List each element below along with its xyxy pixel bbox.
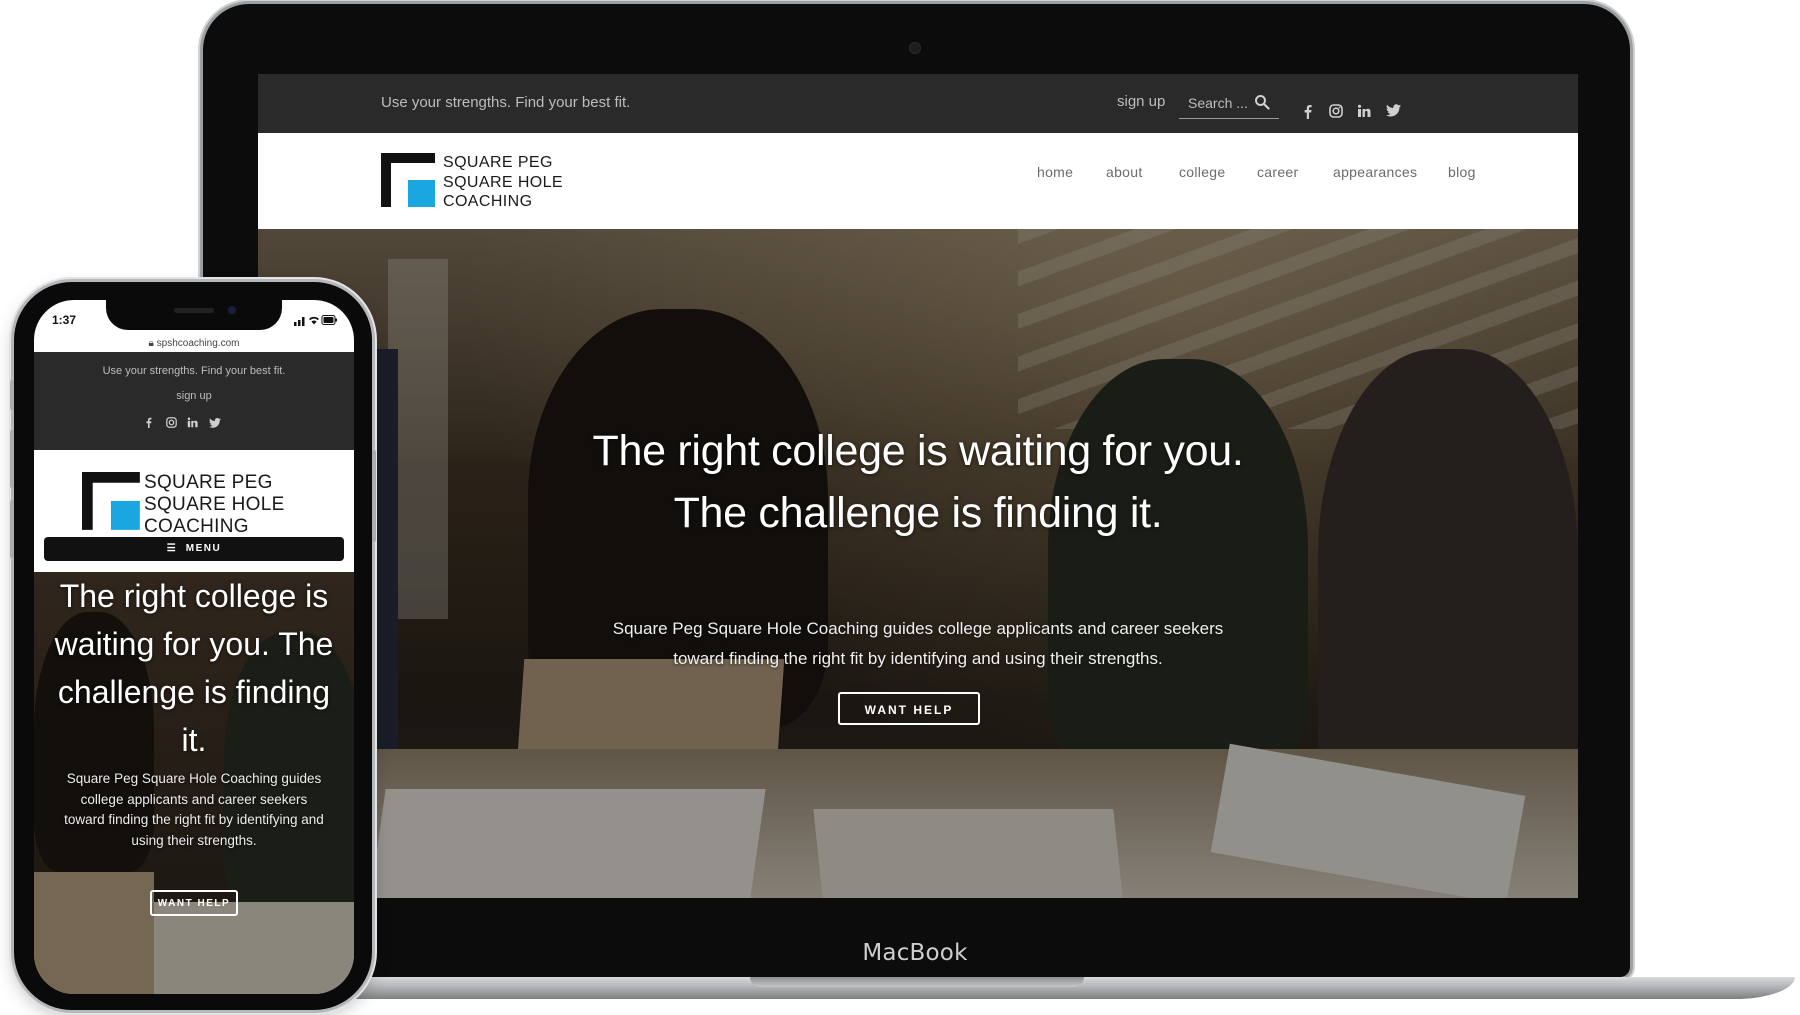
mobile-site-logo[interactable]: SQUARE PEG SQUARE HOLE COACHING: [82, 472, 322, 537]
phone-volume-up: [10, 430, 14, 488]
front-camera: [228, 306, 236, 314]
facebook-icon[interactable]: [1303, 104, 1312, 119]
logo-mark-icon: [381, 153, 435, 207]
linkedin-icon[interactable]: [1357, 104, 1371, 118]
mobile-hero-paragraph: Square Peg Square Hole Coaching guides c…: [64, 771, 324, 848]
want-help-button[interactable]: WANT HELP: [838, 692, 980, 725]
mobile-want-help-button[interactable]: WANT HELP: [150, 890, 238, 916]
phone-power-button: [372, 450, 376, 542]
logo-text: SQUARE PEG SQUARE HOLE COACHING: [443, 153, 563, 212]
status-icons: [294, 313, 338, 331]
mobile-sign-up-link[interactable]: sign up: [34, 390, 354, 402]
nav-career[interactable]: career: [1257, 164, 1298, 180]
laptop-opening-notch: [750, 977, 1084, 987]
mobile-tagline: Use your strengths. Find your best fit.: [102, 365, 286, 377]
top-bar: Use your strengths. Find your best fit. …: [258, 74, 1578, 133]
twitter-icon[interactable]: [1386, 104, 1401, 117]
speaker: [174, 308, 214, 313]
hamburger-icon: ☰: [166, 543, 178, 554]
tagline: Use your strengths. Find your best fit.: [381, 94, 631, 111]
mobile-logo-text: SQUARE PEG SQUARE HOLE COACHING: [144, 472, 285, 538]
mobile-hero-heading: The right college is waiting for you. Th…: [54, 578, 334, 758]
instagram-icon[interactable]: [1329, 104, 1343, 118]
hero-heading-line-2: The challenge is finding it.: [673, 489, 1163, 537]
hero-section: The right college is waiting for you. Th…: [258, 229, 1578, 898]
mobile-logo-line-1: SQUARE PEG: [144, 472, 273, 493]
phone-volume-down: [10, 500, 14, 558]
phone-notch: [106, 300, 282, 330]
laptop-camera: [909, 42, 921, 54]
url-text: spshcoaching.com: [156, 338, 240, 349]
nav-about[interactable]: about: [1106, 164, 1143, 180]
macbook-label: MacBook: [862, 940, 968, 966]
logo-line-2: SQUARE HOLE: [443, 173, 563, 191]
mobile-instagram-icon[interactable]: [166, 415, 177, 433]
nav-blog[interactable]: blog: [1448, 164, 1476, 180]
mobile-top-bar: Use your strengths. Find your best fit. …: [34, 352, 354, 450]
address-bar[interactable]: 🔒︎ spshcoaching.com: [34, 338, 354, 349]
lock-icon: 🔒︎: [148, 338, 154, 349]
status-time: 1:37: [52, 313, 77, 327]
mobile-site-header: SQUARE PEG SQUARE HOLE COACHING ☰ MENU: [34, 450, 354, 572]
menu-label: MENU: [185, 543, 222, 554]
mobile-logo-line-2: SQUARE HOLE: [144, 494, 285, 515]
logo-line-1: SQUARE PEG: [443, 154, 553, 171]
mobile-logo-line-3: COACHING: [144, 516, 249, 537]
hero-overlay: [258, 229, 1578, 898]
mobile-linkedin-icon[interactable]: [187, 415, 198, 433]
mobile-twitter-icon[interactable]: [209, 415, 221, 433]
site-logo[interactable]: SQUARE PEG SQUARE HOLE COACHING: [381, 153, 581, 213]
search-box[interactable]: Search ...: [1179, 86, 1279, 119]
mobile-facebook-icon[interactable]: [145, 415, 152, 433]
nav-college[interactable]: college: [1179, 164, 1225, 180]
nav-appearances[interactable]: appearances: [1333, 164, 1417, 180]
mobile-menu-button[interactable]: ☰ MENU: [44, 537, 344, 561]
mobile-logo-mark-icon: [82, 472, 140, 530]
search-icon[interactable]: [1254, 94, 1270, 110]
hero-paragraph: Square Peg Square Hole Coaching guides c…: [612, 619, 1224, 668]
phone-side-button: [10, 380, 14, 410]
site-header: SQUARE PEG SQUARE HOLE COACHING home abo…: [258, 133, 1578, 229]
sign-up-link[interactable]: sign up: [1117, 93, 1165, 110]
logo-line-3: COACHING: [443, 193, 533, 210]
hero-heading-line-1: The right college is waiting for you.: [592, 427, 1244, 475]
laptop-screen: Use your strengths. Find your best fit. …: [258, 74, 1578, 898]
mobile-hero-section: The right college is waiting for you. Th…: [34, 572, 354, 994]
nav-home[interactable]: home: [1037, 164, 1073, 180]
search-input[interactable]: Search ...: [1188, 95, 1248, 111]
phone-screen: 1:37 🔒︎ spshcoaching.com Use your streng…: [34, 300, 354, 994]
